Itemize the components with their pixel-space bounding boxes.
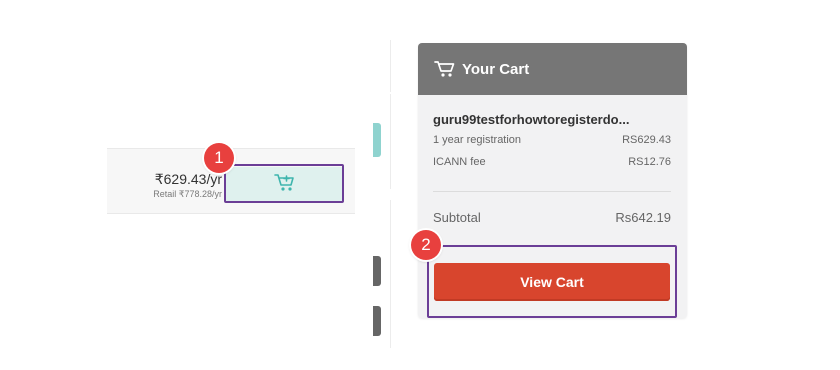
subtotal-amount: Rs642.19: [615, 210, 671, 225]
cart-title: Your Cart: [462, 60, 530, 78]
price-block: ₹629.43/yr Retail ₹778.28/yr: [153, 171, 222, 200]
gray-button-edge: [373, 306, 381, 336]
price: ₹629.43/yr: [154, 171, 222, 187]
line-item-label: 1 year registration: [433, 134, 522, 146]
page-fragment: [373, 40, 391, 92]
retail-price: Retail ₹778.28/yr: [153, 189, 222, 199]
highlight-box-step-2: [427, 245, 677, 318]
line-item-label: ICANN fee: [433, 156, 486, 168]
divider: [433, 191, 671, 192]
step-badge-2: 2: [411, 230, 441, 260]
line-item-amount: RS629.43: [622, 134, 671, 146]
cart-header: Your Cart: [418, 43, 687, 95]
teal-button-edge: [373, 123, 381, 157]
cart-icon: [434, 60, 456, 78]
cart-line-item: 1 year registration RS629.43: [433, 134, 671, 146]
step-badge-1: 1: [204, 143, 234, 173]
cart-line-item: ICANN fee RS12.76: [433, 156, 671, 168]
subtotal-row: Subtotal Rs642.19: [433, 210, 671, 225]
cart-domain-name: guru99testforhowtoregisterdo...: [433, 112, 630, 127]
subtotal-label: Subtotal: [433, 210, 481, 225]
line-item-amount: RS12.76: [628, 156, 671, 168]
gray-button-edge: [373, 256, 381, 286]
highlight-box-step-1: [224, 164, 344, 203]
